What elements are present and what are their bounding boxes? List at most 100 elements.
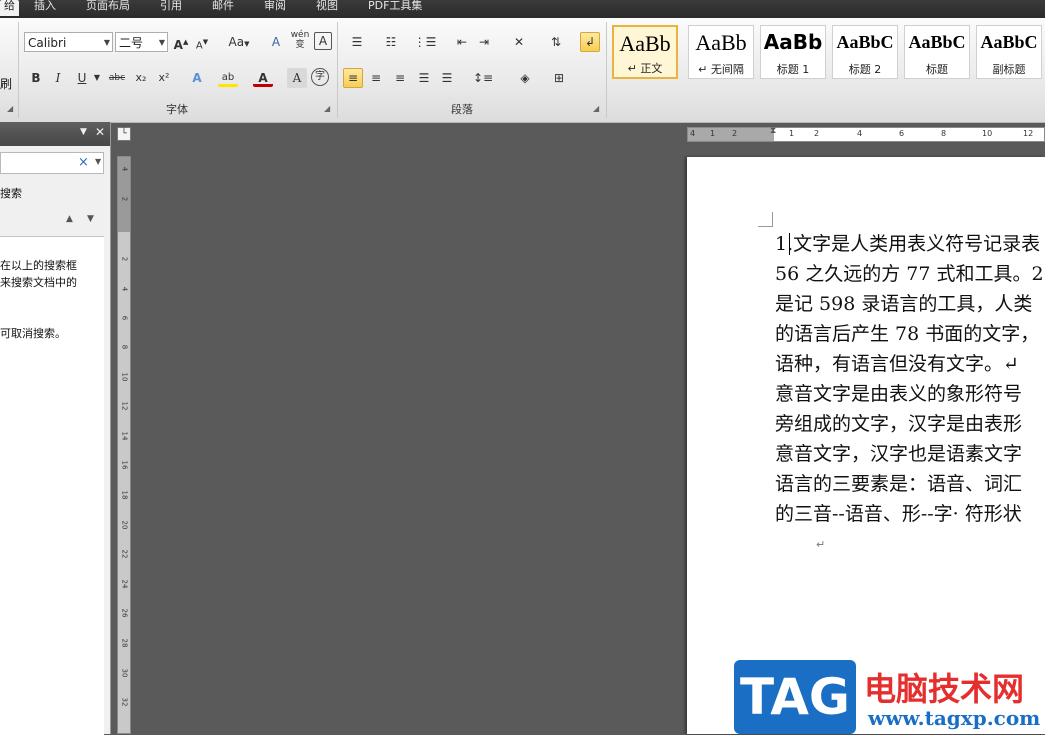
search-label: 搜索: [0, 187, 22, 200]
multilevel-list-button[interactable]: ⋮☰: [412, 32, 438, 52]
character-shading-button[interactable]: A: [287, 68, 307, 88]
document-line[interactable]: 意音文字是由表义的象形符号: [775, 379, 1022, 409]
paragraph-dialog-launcher-icon[interactable]: ◢: [593, 104, 602, 113]
previous-result-icon[interactable]: ▲: [66, 214, 73, 224]
bold-button[interactable]: B: [26, 68, 46, 88]
style-heading-2[interactable]: AaBbC 标题 2: [832, 25, 898, 79]
font-name-select[interactable]: Calibri ▼: [24, 32, 113, 52]
tab-home[interactable]: 给: [0, 0, 19, 16]
vertical-ruler[interactable]: 4 2 2 4 6 8 10 12 14 16 18 20 22 24 26 2…: [117, 156, 131, 734]
style-no-spacing[interactable]: AaBb ↵ 无间隔: [688, 25, 754, 79]
chevron-down-icon[interactable]: ▼: [80, 127, 87, 137]
underline-button[interactable]: U: [72, 68, 92, 88]
tab-mailings[interactable]: 邮件: [208, 0, 238, 16]
tab-view[interactable]: 视图: [312, 0, 342, 16]
phonetic-guide-icon: wén: [290, 30, 310, 40]
subscript-button[interactable]: x₂: [131, 68, 151, 88]
align-center-icon: ≡: [370, 71, 382, 85]
document-line[interactable]: 56 之久远的方 77 式和工具。2: [775, 259, 1044, 289]
next-result-icon[interactable]: ▼: [87, 214, 94, 224]
align-center-button[interactable]: ≡: [366, 68, 386, 88]
justify-icon: ☰: [418, 71, 430, 85]
clipboard-launcher-icon[interactable]: ◢: [7, 104, 16, 113]
document-line[interactable]: 语种，有语言但没有文字。↵: [775, 349, 1019, 379]
decrease-indent-button[interactable]: ⇤: [452, 32, 472, 52]
character-border-button[interactable]: A: [314, 32, 332, 50]
ruler-tick-label: 24: [120, 579, 129, 589]
enclose-characters-button[interactable]: 字: [311, 68, 329, 86]
distributed-icon: ☰: [441, 71, 453, 85]
bullets-icon: ☰: [351, 35, 363, 49]
paint-bucket-icon: ◈: [520, 71, 530, 85]
ruler-tick-label: 20: [120, 520, 129, 530]
ruler-tick-label: 4: [690, 129, 696, 138]
ruler-tick-label: 32: [120, 697, 129, 707]
shading-button[interactable]: ◈: [512, 68, 538, 88]
document-line[interactable]: 的三音--语音、形--字· 符形状: [775, 499, 1022, 529]
bullets-button[interactable]: ☰: [344, 32, 370, 52]
line-spacing-button[interactable]: ↕≡: [470, 68, 496, 88]
close-icon[interactable]: ✕: [95, 125, 105, 139]
horizontal-ruler[interactable]: 4 1 2 ⧗ 1 2 4 6 8 10 12: [687, 126, 1045, 142]
watermark-logo: TAG 电脑技术网 www.tagxp.com: [734, 660, 1045, 734]
increase-indent-button[interactable]: ⇥: [474, 32, 494, 52]
align-left-button[interactable]: ≡: [343, 68, 363, 88]
document-line[interactable]: 旁组成的文字，汉字是由表形: [775, 409, 1022, 439]
numbering-button[interactable]: ☷: [378, 32, 404, 52]
font-dialog-launcher-icon[interactable]: ◢: [324, 104, 333, 113]
tab-insert[interactable]: 插入: [30, 0, 60, 16]
font-color-button[interactable]: A: [253, 68, 273, 87]
chevron-down-icon[interactable]: ▼: [95, 157, 101, 166]
style-sample-text: AaBb: [695, 30, 747, 55]
text-effects-button[interactable]: A: [187, 68, 207, 88]
ruler-tick-label: 1: [710, 129, 716, 138]
ruler-tick-label: 12: [120, 401, 129, 411]
tab-review[interactable]: 审阅: [260, 0, 290, 16]
justify-button[interactable]: ☰: [414, 68, 434, 88]
document-line[interactable]: 是记 598 录语言的工具，人类: [775, 289, 1032, 319]
strikethrough-button[interactable]: abc: [107, 68, 127, 88]
numbering-icon: ☷: [385, 35, 397, 49]
ruler-margin-region: [688, 128, 774, 141]
document-line[interactable]: 的语言后产生 78 书面的文字，: [775, 319, 1039, 349]
highlight-color-button[interactable]: ab: [218, 68, 238, 87]
style-name-label: 副标题: [992, 63, 1026, 76]
style-normal[interactable]: AaBb ↵ 正文: [612, 25, 678, 79]
borders-button[interactable]: ⊞: [546, 68, 572, 88]
sort-button[interactable]: ⇅: [546, 32, 566, 52]
chevron-down-icon: ▼: [103, 38, 110, 47]
style-heading-1[interactable]: AaBb 标题 1: [760, 25, 826, 79]
style-name-label: 标题: [926, 63, 948, 76]
ruler-tick-label: 2: [814, 129, 820, 138]
document-line[interactable]: 意音文字，汉字也是语素文字: [775, 439, 1022, 469]
clear-search-icon[interactable]: ×: [78, 155, 89, 170]
navigation-search-input[interactable]: × ▼: [0, 152, 104, 174]
tab-pdf-tools[interactable]: PDF工具集: [364, 0, 426, 16]
tab-references[interactable]: 引用: [156, 0, 186, 16]
change-case-icon: Aa: [228, 35, 245, 49]
change-case-button[interactable]: Aa▼: [226, 32, 252, 52]
show-formatting-marks-button[interactable]: ↲: [580, 32, 600, 52]
clear-formatting-button[interactable]: A: [266, 32, 286, 52]
tab-selector-button[interactable]: └: [117, 127, 131, 141]
document-line[interactable]: 语言的三要素是：语音、词汇: [775, 469, 1022, 499]
underline-dropdown-icon[interactable]: ▼: [92, 68, 102, 88]
style-title[interactable]: AaBbC 标题: [904, 25, 970, 79]
chinese-layout-button[interactable]: ✕: [506, 32, 532, 52]
shrink-font-button[interactable]: A▼: [192, 32, 212, 52]
style-subtitle[interactable]: AaBbC 副标题: [976, 25, 1042, 79]
font-size-select[interactable]: 二号 ▼: [115, 32, 168, 52]
indent-marker-icon[interactable]: ⧗: [770, 126, 776, 136]
phonetic-guide-button[interactable]: wén 变: [290, 30, 310, 50]
group-separator: [606, 22, 607, 118]
document-line[interactable]: 1.文字是人类用表义符号记录表: [775, 229, 1040, 259]
ruler-tick-label: 4: [120, 166, 129, 172]
superscript-button[interactable]: x²: [154, 68, 174, 88]
tab-page-layout[interactable]: 页面布局: [82, 0, 134, 16]
italic-button[interactable]: I: [48, 68, 68, 88]
distributed-button[interactable]: ☰: [437, 68, 457, 88]
align-right-button[interactable]: ≡: [390, 68, 410, 88]
watermark-url: www.tagxp.com: [868, 706, 1041, 730]
format-painter-label[interactable]: 刷: [0, 76, 12, 93]
grow-font-button[interactable]: A▲: [171, 32, 191, 52]
